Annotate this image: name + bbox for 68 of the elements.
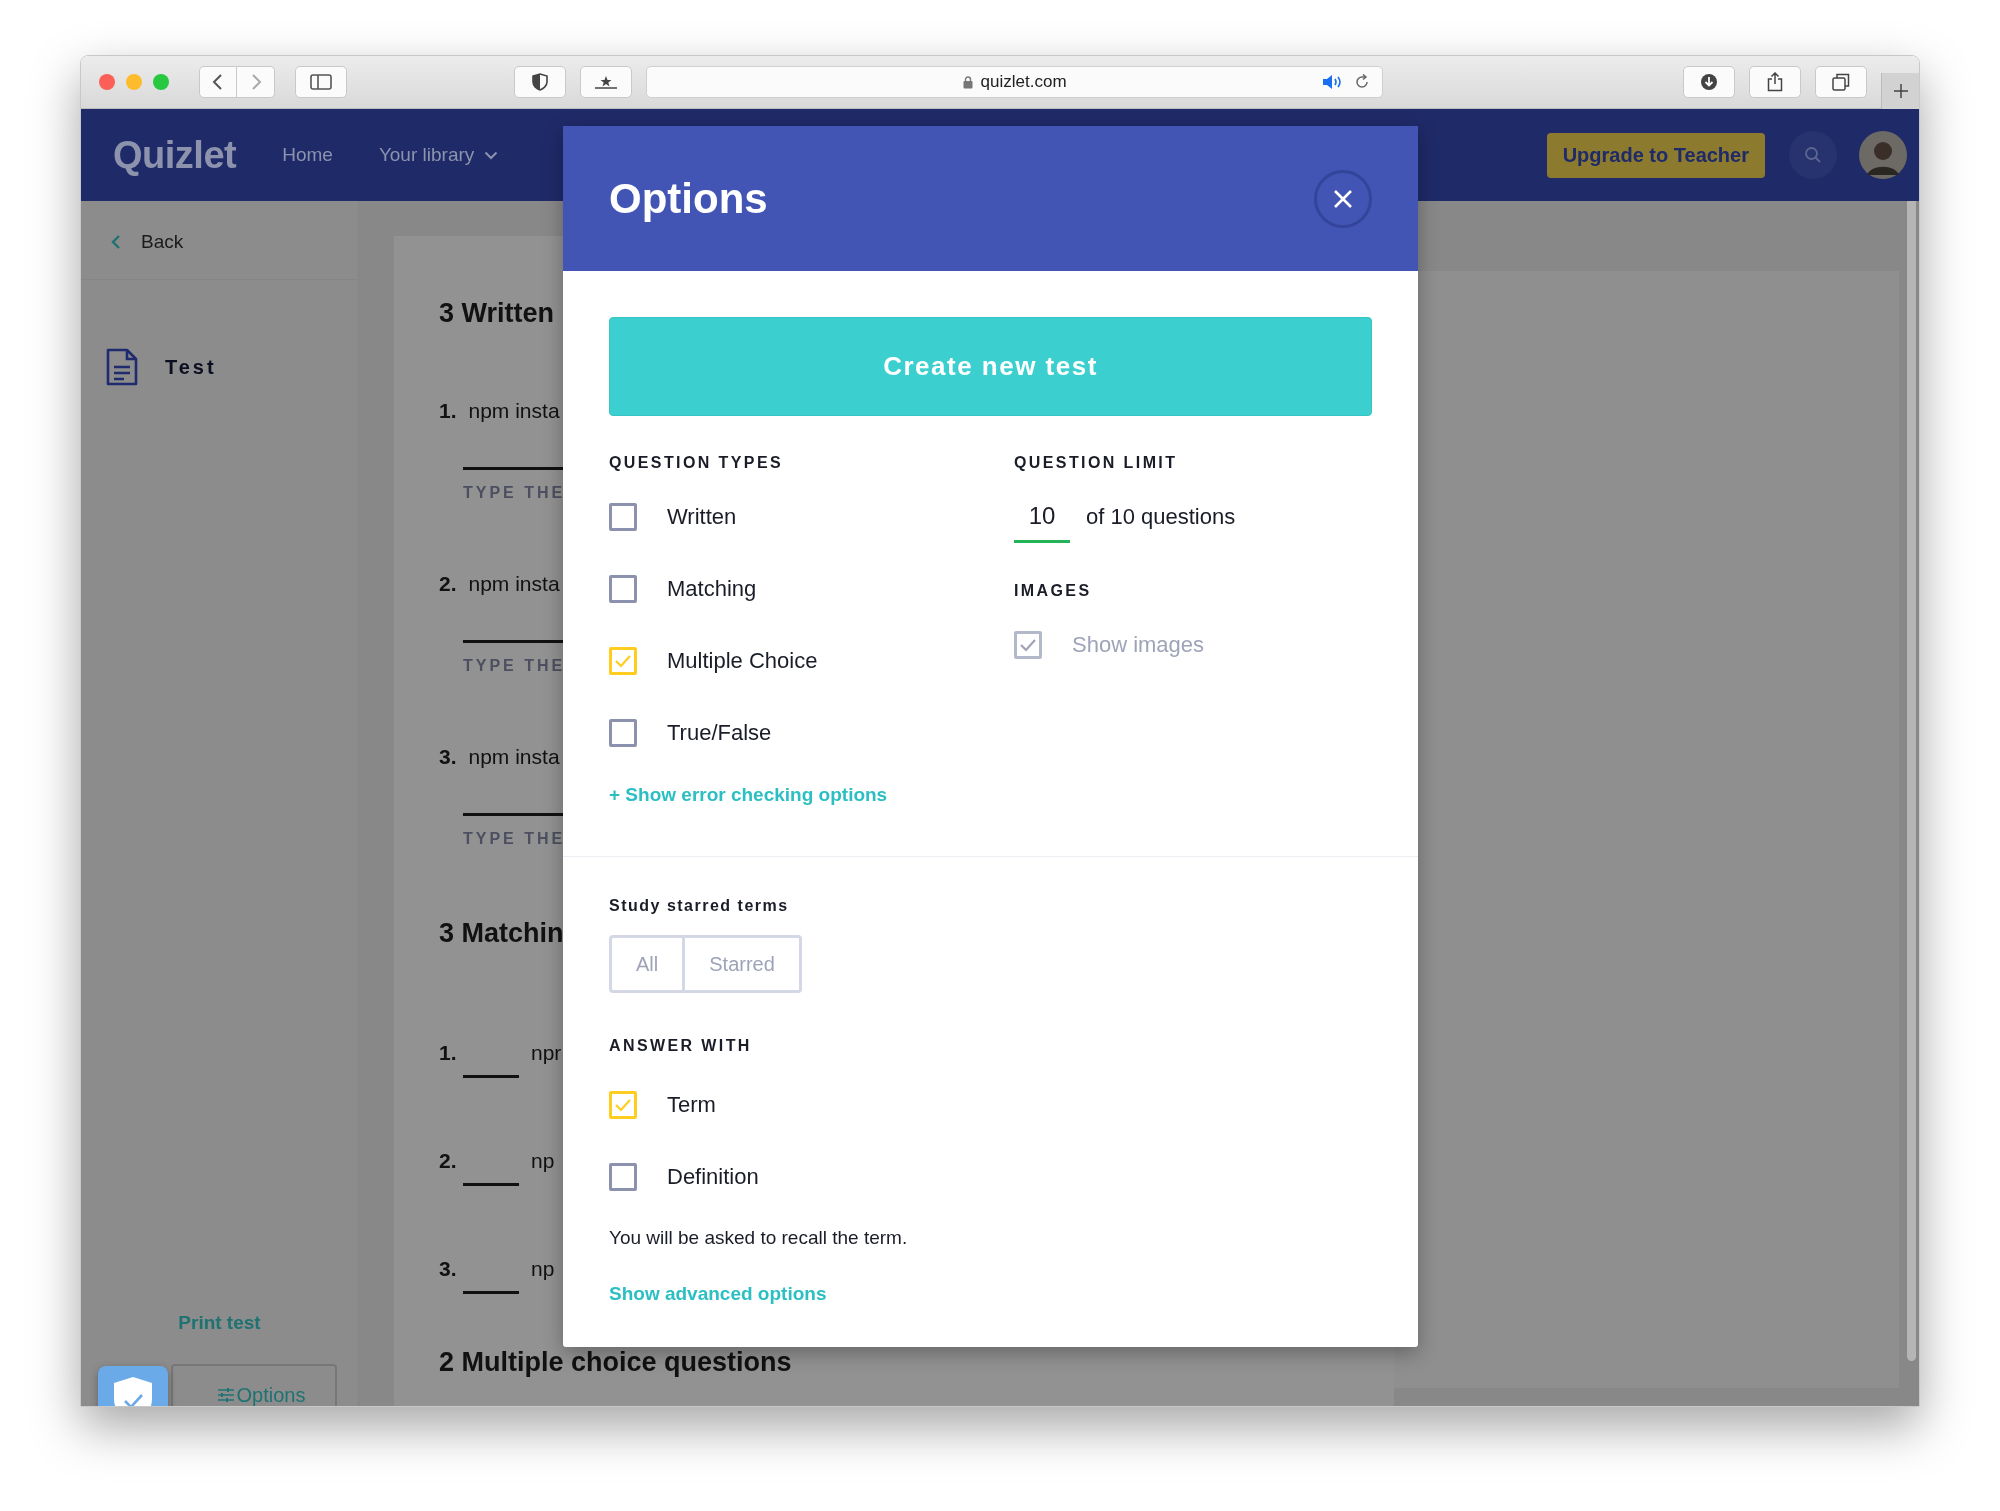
section-label: ANSWER WITH (609, 1037, 753, 1055)
checkbox-option[interactable]: True/False (609, 704, 1014, 762)
answer-hint: TYPE THE (463, 657, 566, 675)
chevron-left-icon (111, 234, 121, 250)
chevron-left-icon (212, 73, 224, 91)
question-number: 2. (439, 1149, 458, 1173)
checkbox-option[interactable]: Definition (609, 1141, 1372, 1213)
tabs-overview-icon[interactable] (1815, 66, 1868, 98)
answer-hint: TYPE THE (463, 484, 566, 502)
advanced-options-link[interactable]: Show advanced options (609, 1283, 827, 1304)
question-number: 1. (439, 1041, 458, 1065)
new-tab-icon[interactable] (1881, 72, 1919, 109)
question-limit-suffix: of 10 questions (1086, 504, 1236, 530)
document-icon (105, 347, 139, 387)
sidebar-item[interactable]: Test (81, 342, 358, 392)
nav-link[interactable]: Home (282, 144, 333, 166)
question-text: np (531, 1257, 555, 1281)
question-text: npm insta (468, 745, 560, 769)
address-bar[interactable]: quizlet.com (646, 66, 1384, 98)
back-link[interactable]: Back (81, 201, 358, 279)
sidebar-toggle-icon[interactable] (295, 66, 347, 98)
lock-icon (962, 75, 973, 89)
scrollbar[interactable] (1907, 201, 1916, 1361)
section-label: QUESTION TYPES (609, 454, 785, 472)
close-button[interactable] (1314, 169, 1372, 228)
close-icon (1332, 187, 1354, 210)
section-title: 3 Matchin (439, 918, 565, 949)
nav-link[interactable]: Your library (378, 144, 499, 166)
question-number: 3. (439, 1257, 458, 1281)
back-button[interactable] (199, 66, 237, 98)
chevron-down-icon (484, 150, 499, 160)
section-label: IMAGES (1014, 582, 1093, 600)
question-number: 3. (439, 745, 457, 769)
answer-note: You will be asked to recall the term. (609, 1227, 909, 1249)
section-title: 3 Written (439, 298, 555, 329)
checkmark-icon (1019, 638, 1037, 652)
logo[interactable]: Quizlet (113, 133, 237, 177)
question-text: npm insta (468, 572, 560, 596)
close-window-icon[interactable] (99, 74, 115, 90)
checkbox-option[interactable]: Matching (609, 560, 1014, 618)
sliders-icon (216, 1387, 235, 1403)
question-text: npr (531, 1041, 562, 1065)
question-text: np (531, 1149, 555, 1173)
section-label: Study starred terms (609, 897, 790, 915)
avatar[interactable] (1859, 131, 1907, 179)
question-limit-field[interactable]: 10 (1014, 491, 1070, 543)
checkbox-option[interactable]: Term (609, 1069, 1372, 1141)
dialog-title: Options (609, 174, 768, 223)
checkmark-icon (614, 654, 632, 668)
chevron-right-icon (249, 73, 262, 91)
checkbox-option[interactable]: Written (609, 488, 1014, 546)
download-icon[interactable] (1683, 66, 1736, 98)
checkmark-icon (614, 1098, 632, 1112)
question-text: npm insta (468, 399, 560, 423)
answer-hint: TYPE THE (463, 830, 566, 848)
section-title: 2 Multiple choice questions (439, 1347, 793, 1378)
error-options-link[interactable]: + Show error checking options (609, 784, 1014, 806)
upgrade-button[interactable]: Upgrade to Teacher (1546, 132, 1765, 178)
shield-icon[interactable] (514, 66, 566, 98)
question-number: 2. (439, 572, 457, 596)
checkbox-option[interactable]: Multiple Choice (609, 632, 1014, 690)
reload-icon[interactable] (1354, 74, 1371, 90)
share-icon[interactable] (1749, 66, 1802, 98)
zoom-window-icon[interactable] (153, 74, 169, 90)
minimize-window-icon[interactable] (126, 74, 142, 90)
search-icon[interactable] (1789, 131, 1837, 179)
section-label: QUESTION LIMIT (1014, 454, 1179, 472)
question-number: 1. (439, 399, 457, 423)
